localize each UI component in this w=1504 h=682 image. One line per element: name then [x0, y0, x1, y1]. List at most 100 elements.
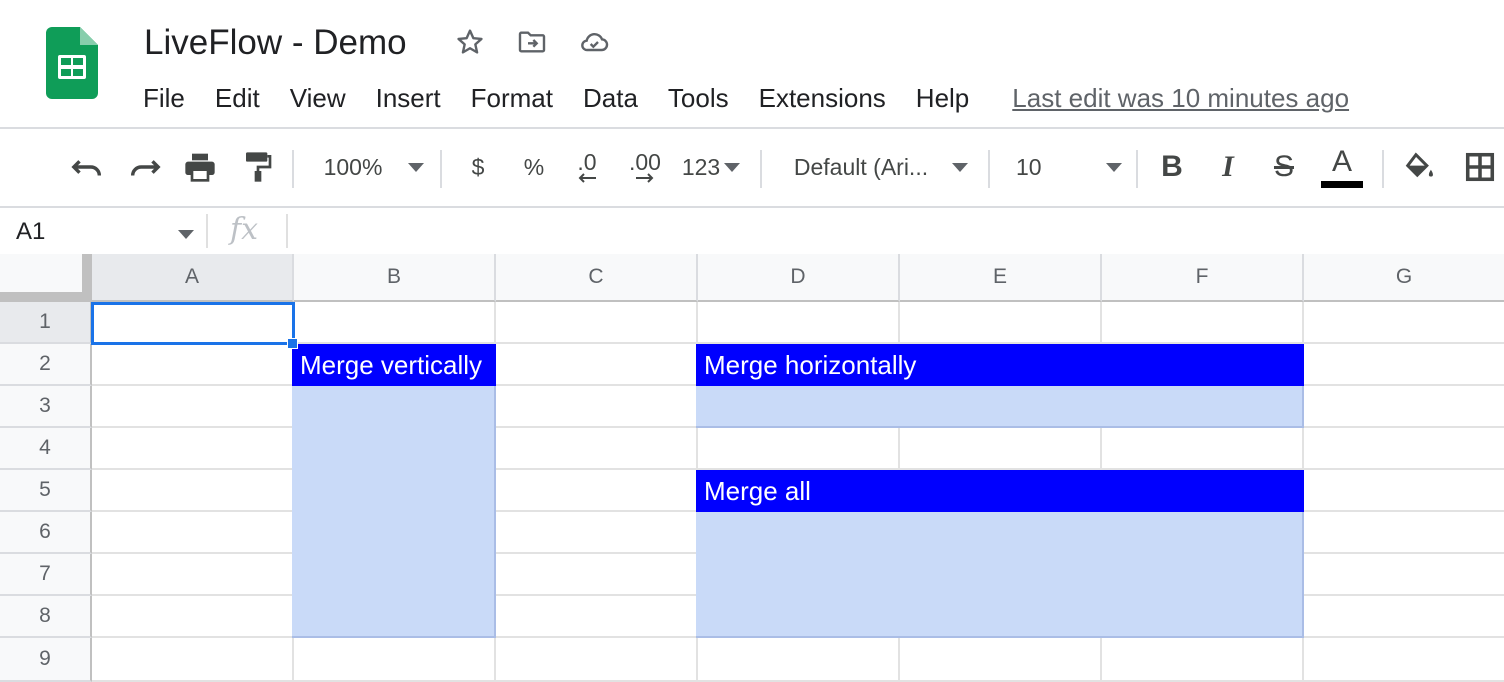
merged-cell-horizontal-header[interactable]: Merge horizontally — [696, 344, 1304, 386]
cell-b9[interactable] — [294, 638, 496, 682]
cell-f4[interactable] — [1102, 428, 1304, 470]
cell-c5[interactable] — [496, 470, 698, 512]
cell-c1[interactable] — [496, 302, 698, 344]
cell-a1[interactable] — [92, 302, 294, 344]
cell-c7[interactable] — [496, 554, 698, 596]
spreadsheet-grid: A B C D E F G 1 2 3 4 5 6 7 8 9 Merge ve… — [0, 254, 1504, 682]
cloud-saved-icon[interactable] — [576, 24, 612, 60]
cell-c9[interactable] — [496, 638, 698, 682]
cell-f9[interactable] — [1102, 638, 1304, 682]
italic-button[interactable]: I — [1208, 136, 1248, 198]
row-header-5[interactable]: 5 — [0, 470, 92, 512]
merged-cell-vertical-body[interactable] — [292, 386, 496, 638]
cell-g5[interactable] — [1304, 470, 1504, 512]
paint-format-icon[interactable] — [236, 136, 280, 198]
strikethrough-button[interactable]: S — [1264, 136, 1304, 198]
cell-e4[interactable] — [900, 428, 1102, 470]
cell-c4[interactable] — [496, 428, 698, 470]
row-header-6[interactable]: 6 — [0, 512, 92, 554]
row-header-8[interactable]: 8 — [0, 596, 92, 638]
menu-tools[interactable]: Tools — [653, 80, 744, 116]
menu-data[interactable]: Data — [568, 80, 653, 116]
sheets-logo[interactable] — [46, 27, 98, 99]
cell-g1[interactable] — [1304, 302, 1504, 344]
cell-c2[interactable] — [496, 344, 698, 386]
borders-icon[interactable] — [1458, 136, 1502, 198]
fill-handle[interactable] — [287, 338, 298, 349]
cell-g8[interactable] — [1304, 596, 1504, 638]
column-header-f[interactable]: F — [1102, 254, 1304, 302]
frozen-row-handle[interactable] — [0, 292, 92, 302]
menu-edit[interactable]: Edit — [200, 80, 275, 116]
row-header-9[interactable]: 9 — [0, 638, 92, 682]
increase-decimal-button[interactable]: .00 — [620, 136, 670, 198]
cell-a5[interactable] — [92, 470, 294, 512]
cell-c3[interactable] — [496, 386, 698, 428]
cell-g6[interactable] — [1304, 512, 1504, 554]
menu-file[interactable]: File — [128, 80, 200, 116]
cell-g2[interactable] — [1304, 344, 1504, 386]
row-header-4[interactable]: 4 — [0, 428, 92, 470]
fill-color-icon[interactable] — [1398, 136, 1442, 198]
menu-help[interactable]: Help — [901, 80, 984, 116]
percent-format-button[interactable]: % — [516, 136, 552, 198]
decrease-decimal-button[interactable]: .0 — [566, 136, 608, 198]
cell-a9[interactable] — [92, 638, 294, 682]
merged-cell-all-body[interactable] — [696, 512, 1304, 638]
column-header-e[interactable]: E — [900, 254, 1102, 302]
cell-c6[interactable] — [496, 512, 698, 554]
cell-e9[interactable] — [900, 638, 1102, 682]
cell-c8[interactable] — [496, 596, 698, 638]
cell-g9[interactable] — [1304, 638, 1504, 682]
row-header-1[interactable]: 1 — [0, 302, 92, 344]
cell-a3[interactable] — [92, 386, 294, 428]
cell-e1[interactable] — [900, 302, 1102, 344]
currency-format-button[interactable]: $ — [460, 136, 496, 198]
row-header-2[interactable]: 2 — [0, 344, 92, 386]
toolbar-separator — [988, 150, 990, 188]
move-to-folder-icon[interactable] — [514, 24, 550, 60]
text-color-button[interactable]: A — [1318, 136, 1366, 198]
column-header-a[interactable]: A — [92, 254, 294, 302]
zoom-select[interactable]: 100% — [318, 136, 430, 198]
chevron-down-icon[interactable] — [178, 230, 194, 239]
cell-g3[interactable] — [1304, 386, 1504, 428]
row-header-7[interactable]: 7 — [0, 554, 92, 596]
more-formats-button[interactable]: 123 — [678, 136, 744, 198]
formula-separator — [206, 214, 208, 248]
cell-g4[interactable] — [1304, 428, 1504, 470]
cell-a8[interactable] — [92, 596, 294, 638]
bold-button[interactable]: B — [1152, 136, 1192, 198]
cell-a7[interactable] — [92, 554, 294, 596]
cell-a6[interactable] — [92, 512, 294, 554]
cell-b1[interactable] — [294, 302, 496, 344]
last-edit-link[interactable]: Last edit was 10 minutes ago — [1012, 83, 1349, 114]
cell-a4[interactable] — [92, 428, 294, 470]
document-title[interactable]: LiveFlow - Demo — [144, 22, 407, 64]
merged-cell-vertical-header[interactable]: Merge vertically — [292, 344, 496, 386]
column-header-c[interactable]: C — [496, 254, 698, 302]
font-family-select[interactable]: Default (Ari... — [790, 136, 972, 198]
menu-view[interactable]: View — [275, 80, 361, 116]
cell-g7[interactable] — [1304, 554, 1504, 596]
cell-d9[interactable] — [698, 638, 900, 682]
star-icon[interactable] — [452, 24, 488, 60]
column-header-g[interactable]: G — [1304, 254, 1504, 302]
merged-cell-horizontal-body[interactable] — [696, 386, 1304, 428]
redo-icon[interactable] — [122, 136, 166, 198]
column-header-b[interactable]: B — [294, 254, 496, 302]
cell-f1[interactable] — [1102, 302, 1304, 344]
column-header-d[interactable]: D — [698, 254, 900, 302]
name-box[interactable]: A1 — [16, 218, 45, 246]
menu-extensions[interactable]: Extensions — [744, 80, 901, 116]
cell-d1[interactable] — [698, 302, 900, 344]
menu-insert[interactable]: Insert — [361, 80, 456, 116]
font-size-select[interactable]: 10 — [1016, 136, 1122, 198]
menu-format[interactable]: Format — [456, 80, 568, 116]
cell-d4[interactable] — [698, 428, 900, 470]
merged-cell-all-header[interactable]: Merge all — [696, 470, 1304, 512]
undo-icon[interactable] — [66, 136, 110, 198]
print-icon[interactable] — [178, 136, 222, 198]
cell-a2[interactable] — [92, 344, 294, 386]
row-header-3[interactable]: 3 — [0, 386, 92, 428]
